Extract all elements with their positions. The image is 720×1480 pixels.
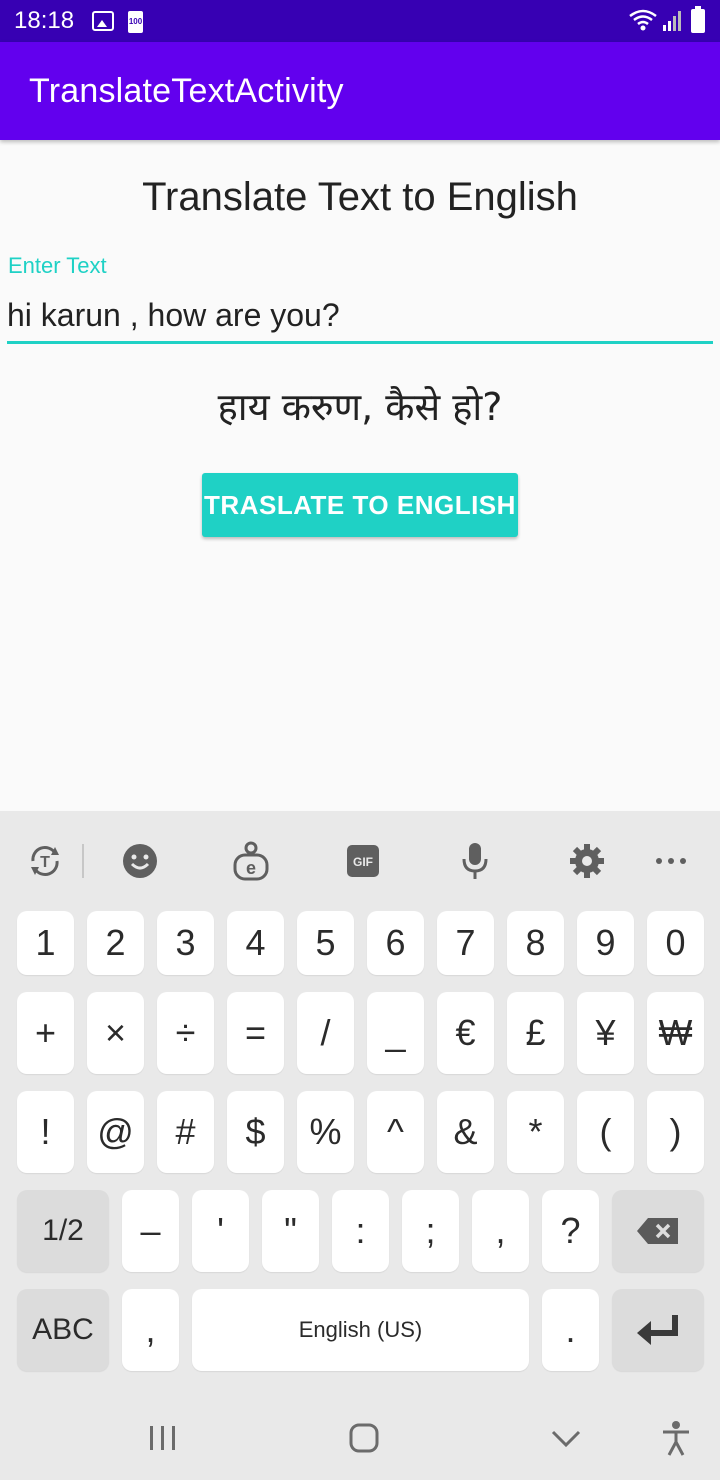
- signal-icon: [663, 11, 681, 31]
- space-key[interactable]: English (US): [192, 1289, 529, 1371]
- key[interactable]: @: [87, 1091, 144, 1173]
- toolbar-divider: [82, 844, 84, 878]
- keyboard-toolbar: T e GIF: [0, 811, 720, 909]
- key[interactable]: *: [507, 1091, 564, 1173]
- battery-full-notification-icon: 100: [128, 11, 143, 33]
- soft-keyboard: T e GIF 1 2 3 4 5 6 7 8 9 0 + × ÷ = / _ …: [0, 811, 720, 1480]
- key[interactable]: £: [507, 992, 564, 1074]
- hide-keyboard-icon[interactable]: [550, 1420, 582, 1456]
- key[interactable]: ×: [87, 992, 144, 1074]
- key[interactable]: :: [332, 1190, 389, 1272]
- key[interactable]: 4: [227, 911, 284, 975]
- abc-key[interactable]: ABC: [17, 1289, 109, 1371]
- key[interactable]: 7: [437, 911, 494, 975]
- key[interactable]: ,: [472, 1190, 529, 1272]
- key[interactable]: ': [192, 1190, 249, 1272]
- gif-icon[interactable]: GIF: [346, 841, 380, 881]
- key[interactable]: (: [577, 1091, 634, 1173]
- key[interactable]: !: [17, 1091, 74, 1173]
- sticker-icon[interactable]: e: [230, 841, 272, 881]
- page-heading: Translate Text to English: [142, 175, 578, 219]
- key[interactable]: 9: [577, 911, 634, 975]
- key[interactable]: ": [262, 1190, 319, 1272]
- comma-key[interactable]: ,: [122, 1289, 179, 1371]
- key[interactable]: 5: [297, 911, 354, 975]
- translate-button[interactable]: TRASLATE TO ENGLISH: [202, 473, 518, 537]
- wifi-icon: [629, 9, 657, 31]
- key[interactable]: ÷: [157, 992, 214, 1074]
- key[interactable]: –: [122, 1190, 179, 1272]
- accessibility-icon[interactable]: [660, 1420, 692, 1458]
- key[interactable]: #: [157, 1091, 214, 1173]
- period-key[interactable]: .: [542, 1289, 599, 1371]
- backspace-icon: [637, 1218, 678, 1244]
- key[interactable]: ¥: [577, 992, 634, 1074]
- key[interactable]: /: [297, 992, 354, 1074]
- battery-icon: [691, 6, 705, 33]
- app-bar: TranslateTextActivity: [0, 42, 720, 140]
- key[interactable]: =: [227, 992, 284, 1074]
- more-options-icon[interactable]: [654, 841, 688, 881]
- key[interactable]: %: [297, 1091, 354, 1173]
- key[interactable]: +: [17, 992, 74, 1074]
- svg-text:GIF: GIF: [353, 855, 373, 869]
- text-input[interactable]: [7, 290, 713, 344]
- status-bar: 18:18 100: [0, 0, 720, 42]
- translated-text: हाय करुण, कैसे हो?: [217, 385, 503, 429]
- translate-mode-icon[interactable]: T: [24, 841, 66, 881]
- key[interactable]: &: [437, 1091, 494, 1173]
- key[interactable]: €: [437, 992, 494, 1074]
- app-title: TranslateTextActivity: [29, 72, 344, 110]
- key[interactable]: $: [227, 1091, 284, 1173]
- key[interactable]: 1: [17, 911, 74, 975]
- svg-text:T: T: [40, 854, 50, 871]
- key[interactable]: ₩: [647, 992, 704, 1074]
- recent-apps-icon[interactable]: [148, 1420, 178, 1456]
- gallery-icon: [92, 11, 114, 31]
- input-label: Enter Text: [8, 253, 107, 278]
- key[interactable]: ^: [367, 1091, 424, 1173]
- enter-key[interactable]: [612, 1289, 704, 1371]
- navigation-bar: [0, 1400, 720, 1480]
- symbols-page-key[interactable]: 1/2: [17, 1190, 109, 1272]
- home-icon[interactable]: [348, 1420, 380, 1456]
- key[interactable]: ;: [402, 1190, 459, 1272]
- enter-icon: [637, 1315, 678, 1345]
- emoji-icon[interactable]: [120, 841, 160, 881]
- key[interactable]: _: [367, 992, 424, 1074]
- key[interactable]: 0: [647, 911, 704, 975]
- backspace-key[interactable]: [612, 1190, 704, 1272]
- key[interactable]: 2: [87, 911, 144, 975]
- key[interactable]: ): [647, 1091, 704, 1173]
- key[interactable]: 8: [507, 911, 564, 975]
- status-time: 18:18: [14, 7, 75, 34]
- key[interactable]: ?: [542, 1190, 599, 1272]
- microphone-icon[interactable]: [458, 841, 492, 881]
- key[interactable]: 3: [157, 911, 214, 975]
- key[interactable]: 6: [367, 911, 424, 975]
- gear-icon[interactable]: [568, 841, 606, 881]
- svg-text:e: e: [246, 858, 256, 878]
